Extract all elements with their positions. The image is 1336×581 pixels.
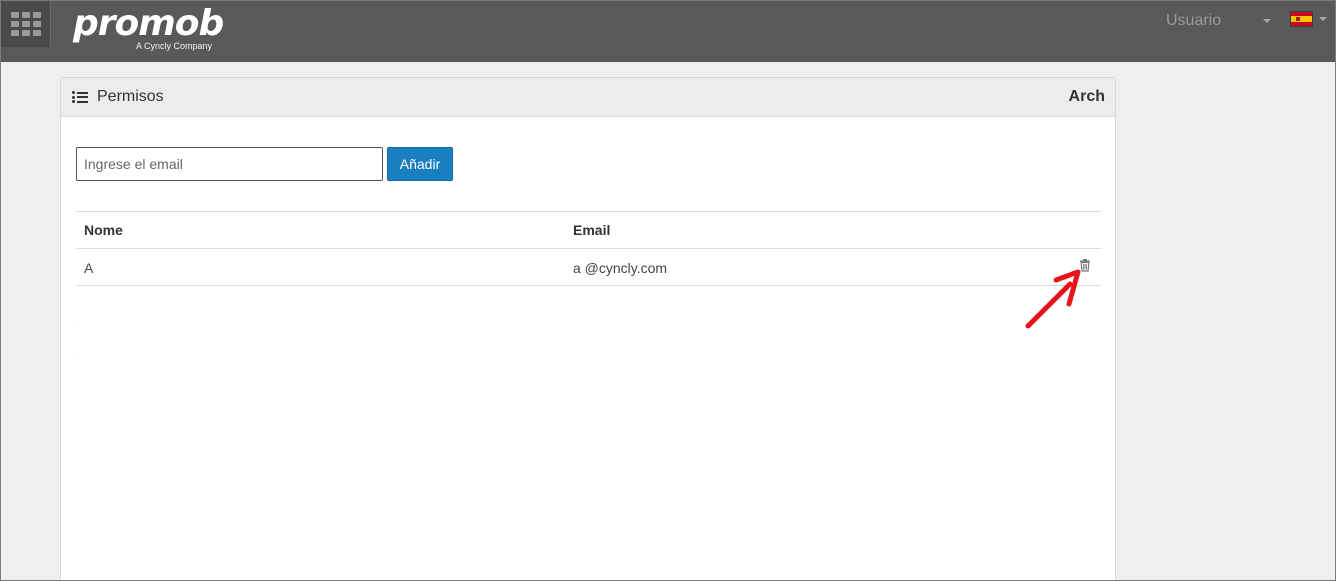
column-header-name: Nome bbox=[84, 222, 123, 238]
email-input[interactable] bbox=[76, 147, 383, 181]
cell-email: a @cyncly.com bbox=[573, 260, 668, 276]
language-dropdown[interactable] bbox=[1290, 10, 1330, 28]
table-header: Nome Email bbox=[76, 212, 1101, 249]
panel-context-label: Arch bbox=[1068, 88, 1105, 105]
apps-menu-button[interactable] bbox=[1, 1, 51, 47]
cell-name: A bbox=[84, 260, 94, 276]
add-button[interactable]: Añadir bbox=[387, 147, 453, 181]
logo-subtitle: A Cyncly Company bbox=[136, 41, 213, 51]
top-navbar: promob A Cyncly Company Usuario bbox=[0, 0, 1336, 62]
user-dropdown[interactable]: Usuario bbox=[1166, 11, 1272, 31]
chevron-down-icon bbox=[1319, 17, 1327, 21]
list-icon bbox=[72, 91, 88, 103]
column-header-email: Email bbox=[573, 222, 611, 238]
spain-flag-icon bbox=[1290, 11, 1313, 27]
permissions-table: Nome Email A a @cyncly.com bbox=[76, 211, 1101, 286]
faint-mark bbox=[76, 359, 77, 360]
table-row: A a @cyncly.com bbox=[76, 249, 1101, 286]
faint-mark bbox=[76, 322, 77, 323]
logo-wordmark: promob bbox=[73, 3, 224, 44]
apps-grid-icon bbox=[10, 12, 41, 36]
annotation-arrow-icon bbox=[1025, 269, 1081, 329]
user-label: Usuario bbox=[1166, 12, 1222, 29]
panel-title: Permisos bbox=[97, 88, 164, 105]
chevron-down-icon bbox=[1263, 19, 1271, 23]
permissions-panel: Permisos Arch Añadir Nome Email A a @cyn… bbox=[60, 77, 1116, 581]
panel-heading: Permisos Arch bbox=[61, 78, 1115, 117]
promob-logo[interactable]: promob A Cyncly Company bbox=[73, 6, 233, 52]
